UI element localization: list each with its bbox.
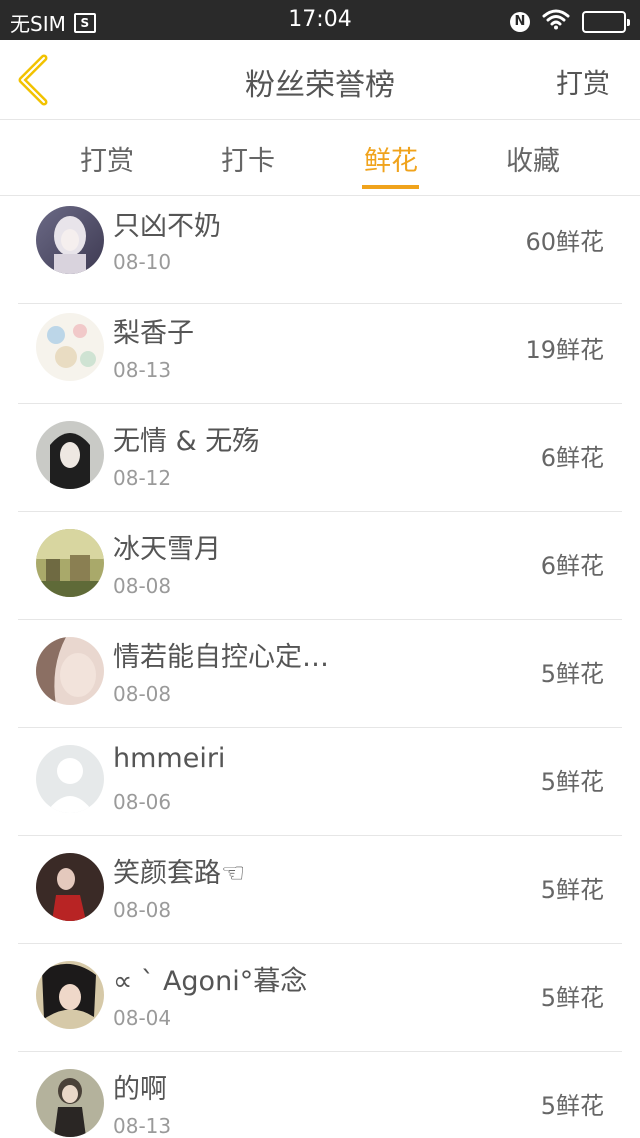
tab-flowers[interactable]: 鲜花 [336,139,446,178]
fan-name: 只凶不奶 [113,211,221,242]
fan-date: 08-13 [113,1114,172,1138]
active-tab-indicator [362,185,419,189]
fan-name: 笑颜套路☜ [113,858,246,889]
list-item[interactable]: 冰天雪月 08-08 6鲜花 [18,512,622,620]
avatar [36,206,104,274]
page-title: 粉丝荣誉榜 [245,68,395,103]
battery-icon [582,10,630,33]
flower-count: 6鲜花 [540,444,604,472]
fan-name: 情若能自控心定… [113,642,329,673]
flower-count: 5鲜花 [540,1092,604,1120]
fan-date: 08-08 [113,574,172,598]
fan-name: 无情 & 无殇 [113,426,260,457]
flower-count: 19鲜花 [525,336,604,364]
fan-date: 08-10 [113,250,172,274]
flower-count: 5鲜花 [540,876,604,904]
avatar [36,529,104,597]
avatar [36,637,104,705]
tab-reward[interactable]: 打赏 [52,139,162,178]
flower-count: 5鲜花 [540,984,604,1012]
avatar [36,421,104,489]
list-item[interactable]: 无情 & 无殇 08-12 6鲜花 [18,404,622,512]
flower-count: 60鲜花 [525,228,604,256]
list-item[interactable]: 的啊 08-13 5鲜花 [18,1052,622,1138]
fan-date: 08-13 [113,358,172,382]
list-item[interactable]: 梨香子 08-13 19鲜花 [18,296,622,404]
list-item[interactable]: 情若能自控心定… 08-08 5鲜花 [18,620,622,728]
avatar [36,313,104,381]
list-item[interactable]: ∝ ˋ Agoni°暮念 08-04 5鲜花 [18,944,622,1052]
status-bar: 无SIM S 17:04 N [0,0,640,40]
nfc-icon: N [510,11,530,32]
flower-count: 5鲜花 [540,768,604,796]
flower-count: 5鲜花 [540,660,604,688]
fan-name: 的啊 [113,1074,167,1105]
list-item[interactable]: 笑颜套路☜ 08-08 5鲜花 [18,836,622,944]
fan-date: 08-04 [113,1006,172,1030]
tab-favorites[interactable]: 收藏 [478,139,588,178]
avatar [36,961,104,1029]
avatar [36,853,104,921]
list-item[interactable]: 只凶不奶 08-10 60鲜花 [18,196,622,304]
wifi-icon [542,8,570,35]
fan-name: hmmeiri [113,743,226,774]
avatar [36,745,104,813]
fan-name: 梨香子 [113,318,194,349]
fan-name: 冰天雪月 [113,534,221,565]
reward-button[interactable]: 打赏 [556,62,610,101]
fan-list: 只凶不奶 08-10 60鲜花 梨香子 08-13 19鲜花 无情 & 无殇 0… [0,196,640,1138]
flower-count: 6鲜花 [540,552,604,580]
tab-bar: 打赏 打卡 鲜花 收藏 [0,121,640,196]
fan-name: ∝ ˋ Agoni°暮念 [113,966,308,997]
fan-date: 08-12 [113,466,172,490]
list-item[interactable]: hmmeiri 08-06 5鲜花 [18,728,622,836]
fan-date: 08-08 [113,898,172,922]
fan-date: 08-06 [113,790,172,814]
fan-date: 08-08 [113,682,172,706]
avatar [36,1069,104,1137]
status-right: N [510,8,630,35]
tab-checkin[interactable]: 打卡 [193,139,303,178]
nav-bar: 粉丝荣誉榜 打赏 [0,40,640,120]
